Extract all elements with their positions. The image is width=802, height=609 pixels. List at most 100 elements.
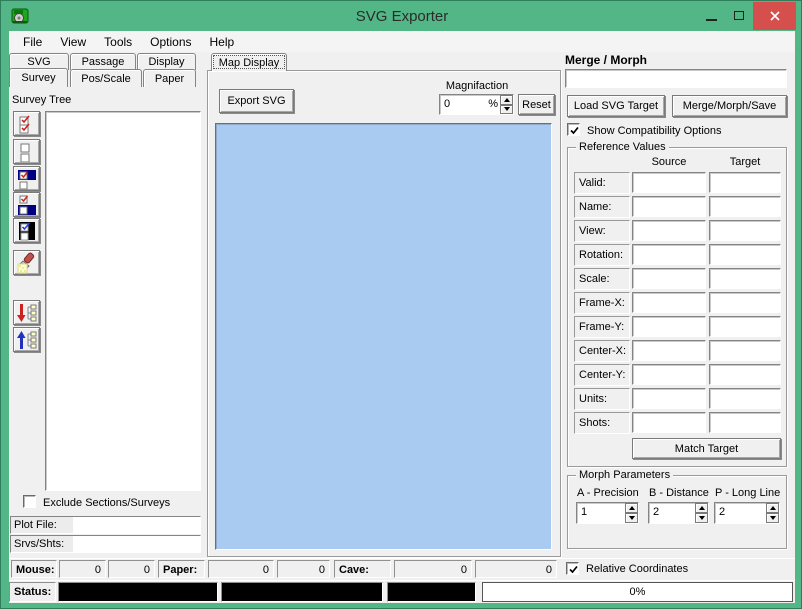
load-svg-target-button[interactable]: Load SVG Target: [567, 95, 665, 117]
long-line-up-button[interactable]: [766, 503, 779, 513]
relative-coordinates-checkbox[interactable]: [566, 562, 579, 575]
reference-source-field[interactable]: [632, 340, 706, 361]
reset-button[interactable]: Reset: [518, 94, 555, 115]
reference-values-title: Reference Values: [576, 141, 669, 153]
show-compatibility-label: Show Compatibility Options: [587, 125, 722, 137]
reference-target-field[interactable]: [709, 316, 781, 337]
mouse-label: Mouse:: [11, 560, 57, 578]
reference-target-field[interactable]: [709, 364, 781, 385]
up-arrow-icon: [629, 506, 635, 510]
precision-value[interactable]: 1: [577, 503, 625, 523]
reference-target-field[interactable]: [709, 412, 781, 433]
reference-row-label: Frame-Y:: [574, 316, 630, 338]
uncheck-section-button[interactable]: [13, 192, 40, 217]
reference-source-field[interactable]: [632, 220, 706, 241]
reference-row-label: Frame-X:: [574, 292, 630, 314]
title-bar: SVG Exporter: [1, 1, 802, 31]
reference-row-label: View:: [574, 220, 630, 242]
plot-file-value: [73, 517, 200, 533]
distance-up-button[interactable]: [695, 503, 708, 513]
srvs-shts-value: [73, 536, 200, 552]
flashlight-button[interactable]: [13, 250, 40, 275]
reference-target-field[interactable]: [709, 244, 781, 265]
flashlight-icon: [16, 252, 38, 274]
coordinates-bar: Mouse: 0 0 Paper: 0 0 Cave: 0 0 Relative…: [9, 558, 795, 579]
reference-target-field[interactable]: [709, 340, 781, 361]
reference-source-field[interactable]: [632, 172, 706, 193]
reference-source-field[interactable]: [632, 244, 706, 265]
distance-value[interactable]: 2: [649, 503, 695, 523]
tab-pos-scale[interactable]: Pos/Scale: [70, 69, 142, 87]
app-window: SVG Exporter File View Tools Options Hel…: [0, 0, 802, 609]
map-canvas[interactable]: [215, 123, 552, 550]
reference-target-field[interactable]: [709, 388, 781, 409]
invert-checks-button[interactable]: [13, 218, 40, 243]
magnification-down-button[interactable]: [500, 105, 513, 115]
reference-row-label: Center-Y:: [574, 364, 630, 386]
cave-y-value: 0: [475, 560, 557, 578]
reference-source-field[interactable]: [632, 388, 706, 409]
merge-morph-save-button[interactable]: Merge/Morph/Save: [672, 95, 787, 117]
reference-target-field[interactable]: [709, 268, 781, 289]
reference-row-frame-x: Frame-X:: [568, 292, 786, 314]
show-compatibility-checkbox[interactable]: [567, 123, 580, 136]
menu-help[interactable]: Help: [201, 33, 244, 51]
status-segment-3: [387, 582, 476, 602]
menu-tools[interactable]: Tools: [95, 33, 141, 51]
reference-target-field[interactable]: [709, 172, 781, 193]
precision-spinner[interactable]: 1: [576, 502, 639, 524]
tab-display[interactable]: Display: [137, 53, 196, 70]
reference-source-field[interactable]: [632, 316, 706, 337]
long-line-label: P - Long Line: [715, 487, 780, 499]
long-line-down-button[interactable]: [766, 513, 779, 523]
long-line-value[interactable]: 2: [715, 503, 766, 523]
reference-source-field[interactable]: [632, 364, 706, 385]
survey-tree[interactable]: [45, 111, 201, 491]
magnification-spinner[interactable]: 0 %: [439, 94, 514, 115]
check-all-button[interactable]: [13, 111, 40, 136]
down-arrow-icon: [770, 516, 776, 520]
match-target-button[interactable]: Match Target: [632, 438, 781, 459]
minimize-button[interactable]: [698, 1, 724, 30]
checkmark-icon: [568, 564, 579, 575]
uncheck-all-button[interactable]: [13, 139, 40, 164]
tab-survey-active[interactable]: Survey: [9, 68, 68, 87]
precision-label: A - Precision: [577, 487, 639, 499]
reference-source-field[interactable]: [632, 292, 706, 313]
tab-paper[interactable]: Paper: [143, 69, 196, 87]
reference-row-center-x: Center-X:: [568, 340, 786, 362]
reference-source-field[interactable]: [632, 268, 706, 289]
reference-row-label: Units:: [574, 388, 630, 410]
reference-target-field[interactable]: [709, 292, 781, 313]
plot-file-label: Plot File:: [11, 517, 73, 533]
expand-tree-button[interactable]: [13, 300, 40, 325]
precision-down-button[interactable]: [625, 513, 638, 523]
collapse-tree-button[interactable]: [13, 327, 40, 352]
exclude-sections-checkbox[interactable]: [23, 495, 36, 508]
reference-target-field[interactable]: [709, 220, 781, 241]
tab-passage[interactable]: Passage: [70, 53, 136, 70]
reference-row-frame-y: Frame-Y:: [568, 316, 786, 338]
menu-file[interactable]: File: [14, 33, 51, 51]
tab-map-display[interactable]: Map Display: [211, 53, 287, 71]
menu-options[interactable]: Options: [141, 33, 200, 51]
reference-source-field[interactable]: [632, 412, 706, 433]
check-section-button[interactable]: [13, 166, 40, 191]
check-all-icon: [17, 114, 37, 134]
magnification-value[interactable]: 0: [440, 95, 488, 114]
merge-target-input[interactable]: [565, 69, 787, 88]
export-svg-button[interactable]: Export SVG: [219, 89, 294, 113]
plot-file-row: Plot File:: [10, 516, 201, 534]
maximize-button[interactable]: [726, 1, 752, 30]
long-line-spinner[interactable]: 2: [714, 502, 780, 524]
distance-spinner[interactable]: 2: [648, 502, 709, 524]
distance-down-button[interactable]: [695, 513, 708, 523]
reference-source-field[interactable]: [632, 196, 706, 217]
reference-target-field[interactable]: [709, 196, 781, 217]
magnification-up-button[interactable]: [500, 95, 513, 105]
close-button[interactable]: [753, 2, 796, 30]
morph-parameters-title: Morph Parameters: [576, 469, 673, 481]
reference-row-label: Valid:: [574, 172, 630, 194]
menu-view[interactable]: View: [51, 33, 95, 51]
precision-up-button[interactable]: [625, 503, 638, 513]
